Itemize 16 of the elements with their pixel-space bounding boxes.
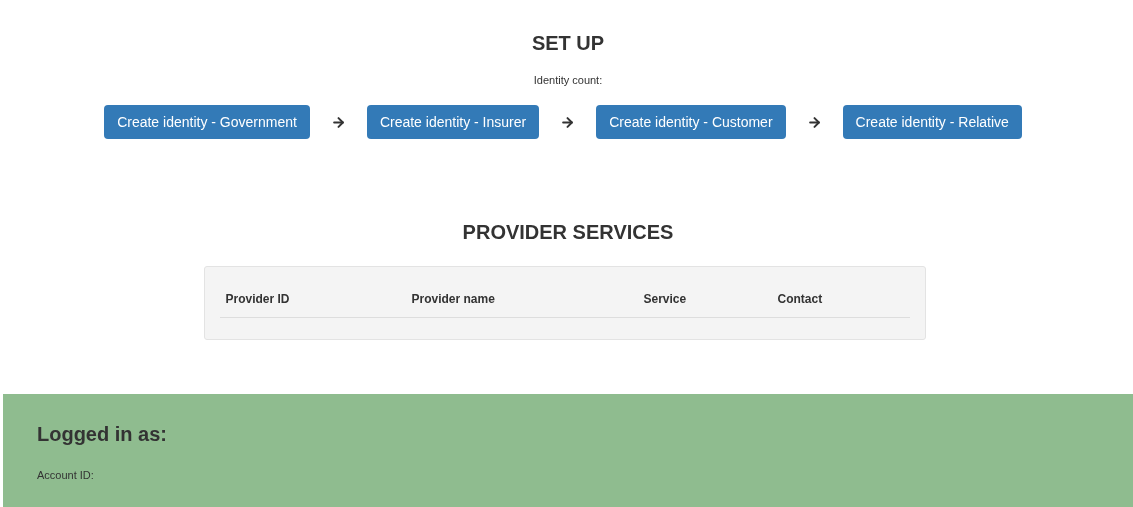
identity-count-label: Identity count: (533, 73, 603, 87)
account-id-label: Account ID: (37, 468, 95, 483)
section-title: SET UP (531, 32, 605, 54)
column-header: Service (643, 292, 687, 306)
section-title: PROVIDER SERVICES (462, 221, 674, 243)
arrow-icon (330, 114, 346, 130)
create-identity-button[interactable]: Create identity - Government (104, 105, 310, 139)
create-identity-button[interactable]: Create identity - Relative (842, 105, 1022, 139)
arrow-icon (560, 114, 576, 130)
column-header: Contact (777, 292, 823, 306)
create-identity-button[interactable]: Create identity - Customer (596, 105, 786, 139)
column-header: Provider name (411, 292, 495, 306)
create-identity-button[interactable]: Create identity - Insurer (366, 105, 540, 139)
arrow-icon (806, 114, 822, 130)
column-header: Provider ID (225, 292, 290, 306)
logged-in-title: Logged in as: (37, 422, 168, 446)
